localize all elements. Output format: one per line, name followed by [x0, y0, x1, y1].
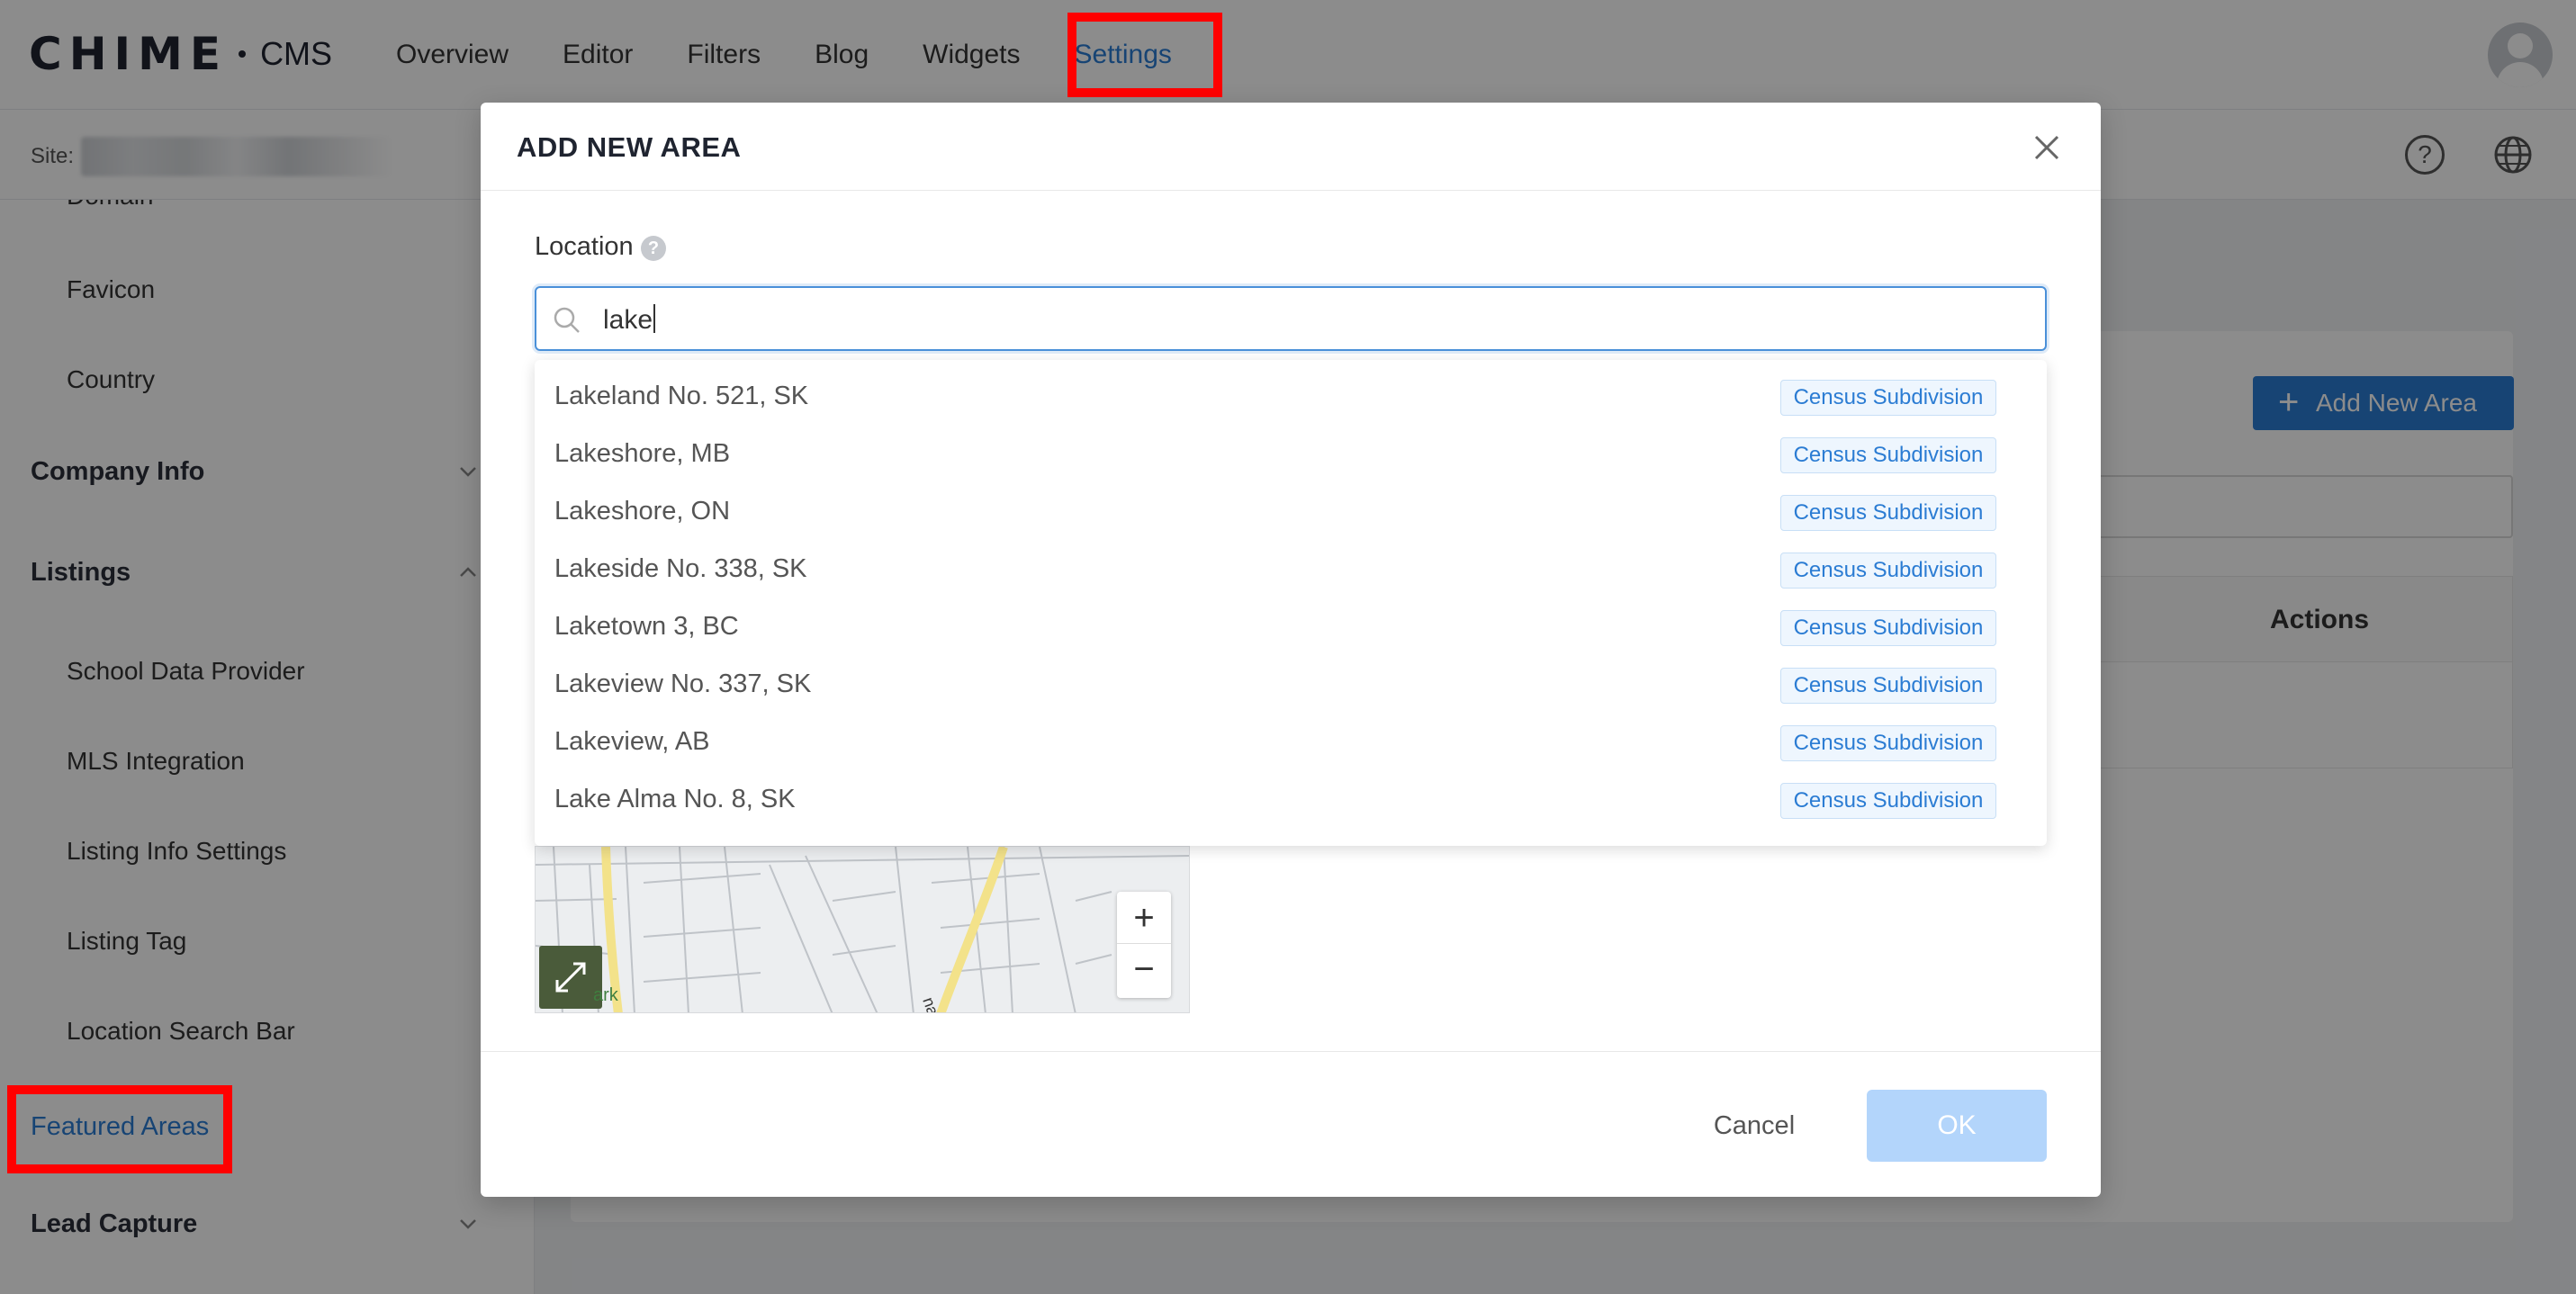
- text-caret: [653, 304, 656, 333]
- map-zoom-in-button[interactable]: +: [1117, 892, 1171, 944]
- location-search-input[interactable]: lake: [535, 286, 2047, 351]
- result-type-tag: Census Subdivision: [1780, 783, 1996, 819]
- highlight-featured-areas: [7, 1085, 232, 1173]
- list-item[interactable]: Laketown 3, BC Census Subdivision: [535, 599, 2047, 657]
- result-type-tag: Census Subdivision: [1780, 610, 1996, 646]
- result-type-tag: Census Subdivision: [1780, 380, 1996, 416]
- result-type-tag: Census Subdivision: [1780, 437, 1996, 473]
- search-icon: [554, 307, 580, 333]
- list-item[interactable]: Lakeshore, MB Census Subdivision: [535, 427, 2047, 484]
- dialog-title: ADD NEW AREA: [517, 131, 742, 163]
- map-streets: na Ave.: [536, 847, 1189, 1012]
- area-map[interactable]: na Ave. + − ark: [535, 846, 1190, 1013]
- close-icon[interactable]: [2029, 130, 2065, 166]
- location-help-icon[interactable]: ?: [641, 236, 666, 261]
- location-label: Location: [535, 232, 634, 261]
- result-type-tag: Census Subdivision: [1780, 553, 1996, 589]
- result-name: Lakeview No. 337, SK: [554, 669, 812, 698]
- result-type-tag: Census Subdivision: [1780, 725, 1996, 761]
- result-name: Lake Alma No. 8, SK: [554, 785, 796, 813]
- result-name: Lakeview, AB: [554, 727, 710, 756]
- result-type-tag: Census Subdivision: [1780, 495, 1996, 531]
- list-item[interactable]: Lakeshore, ON Census Subdivision: [535, 484, 2047, 542]
- list-item[interactable]: Lakeview, AB Census Subdivision: [535, 714, 2047, 772]
- result-name: Lakeside No. 338, SK: [554, 554, 807, 583]
- cancel-button[interactable]: Cancel: [1696, 1090, 1813, 1162]
- map-zoom-control: + −: [1117, 892, 1171, 998]
- list-item[interactable]: Lake Alma No. 8, SK Census Subdivision: [535, 772, 2047, 830]
- location-results-dropdown: Lakeland No. 521, SK Census Subdivision …: [535, 360, 2047, 846]
- result-name: Lakeshore, ON: [554, 497, 731, 526]
- list-item[interactable]: Lakeland No. 521, SK Census Subdivision: [535, 369, 2047, 427]
- list-item[interactable]: Lakeview No. 337, SK Census Subdivision: [535, 657, 2047, 714]
- dialog-header: ADD NEW AREA: [481, 103, 2101, 191]
- search-value-text: lake: [603, 305, 653, 335]
- map-park-label: ark: [593, 985, 618, 1005]
- ok-button[interactable]: OK: [1867, 1090, 2047, 1162]
- result-name: Lakeshore, MB: [554, 439, 731, 468]
- result-name: Laketown 3, BC: [554, 612, 739, 641]
- list-item[interactable]: Lakeside No. 338, SK Census Subdivision: [535, 542, 2047, 599]
- add-new-area-dialog: ADD NEW AREA Location ? lake + − ark Lak…: [481, 103, 2101, 1197]
- result-name: Lakeland No. 521, SK: [554, 382, 809, 410]
- result-type-tag: Census Subdivision: [1780, 668, 1996, 704]
- highlight-settings: [1067, 13, 1222, 97]
- map-zoom-out-button[interactable]: −: [1117, 945, 1171, 997]
- location-search-value: lake: [603, 304, 656, 336]
- dialog-footer: Cancel OK: [481, 1051, 2101, 1197]
